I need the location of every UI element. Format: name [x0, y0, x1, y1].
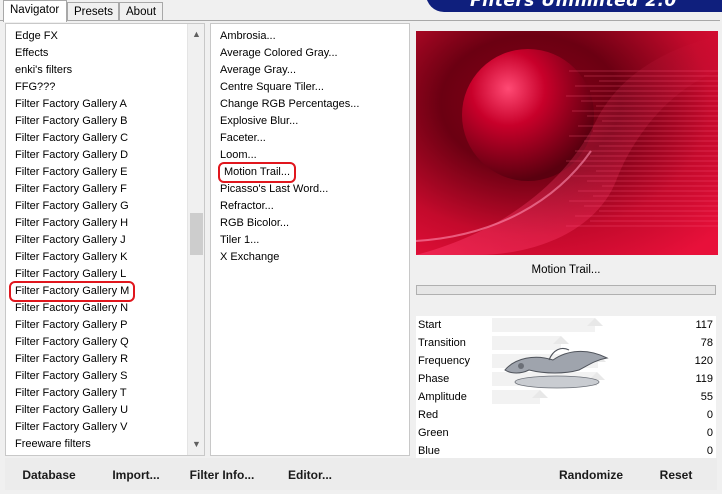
category-item[interactable]: FFG???: [14, 79, 56, 96]
mermaid-watermark-logo: [504, 347, 609, 389]
filter-item[interactable]: Ambrosia...: [219, 28, 277, 45]
scroll-down-icon[interactable]: ▼: [188, 436, 205, 453]
app-banner: Filters Unlimited 2.0: [426, 0, 722, 12]
slider-label: Red: [418, 409, 439, 421]
filter-item[interactable]: X Exchange: [219, 249, 280, 266]
slider-value: 117: [695, 319, 713, 331]
category-item[interactable]: Filter Factory Gallery U: [14, 402, 129, 419]
category-item[interactable]: Filter Factory Gallery R: [14, 351, 129, 368]
category-item[interactable]: Filter Factory Gallery T: [14, 385, 128, 402]
slider-value: 120: [694, 355, 713, 367]
slider-label: Frequency: [418, 355, 470, 367]
category-item[interactable]: Freeware filters: [14, 436, 92, 453]
slider-label: Transition: [418, 337, 466, 349]
slider-track[interactable]: [492, 317, 716, 333]
filter-info-button[interactable]: Filter Info...: [186, 463, 258, 487]
preview-image: [416, 31, 718, 255]
tab-divider: [0, 20, 720, 21]
slider-track[interactable]: [492, 425, 716, 441]
category-item[interactable]: enki's filters: [14, 62, 73, 79]
reset-button[interactable]: Reset: [650, 463, 702, 487]
category-item[interactable]: Filter Factory Gallery V: [14, 419, 128, 436]
filter-item[interactable]: Tiler 1...: [219, 232, 260, 249]
tab-navigator[interactable]: Navigator: [3, 0, 67, 22]
filter-list-items: Ambrosia... Average Colored Gray... Averag…: [211, 24, 409, 455]
slider-value: 119: [695, 373, 713, 385]
filter-list[interactable]: Ambrosia... Average Colored Gray... Averag…: [210, 23, 410, 456]
category-item[interactable]: Filter Factory Gallery F: [14, 181, 128, 198]
preview-panel: [416, 31, 718, 255]
filter-item[interactable]: Refractor...: [219, 198, 275, 215]
tab-presets[interactable]: Presets: [67, 2, 119, 21]
banner-title: Filters Unlimited 2.0: [470, 0, 677, 11]
filter-item[interactable]: Average Colored Gray...: [219, 45, 339, 62]
current-filter-name: Motion Trail...: [531, 264, 601, 276]
filter-item[interactable]: Explosive Blur...: [219, 113, 299, 130]
filter-item[interactable]: Average Gray...: [219, 62, 297, 79]
category-item[interactable]: Filter Factory Gallery E: [14, 164, 128, 181]
category-scrollbar[interactable]: ▲ ▼: [187, 24, 204, 455]
category-list[interactable]: Edge FX Effects enki's filters FFG??? Filter…: [5, 23, 205, 456]
editor-button[interactable]: Editor...: [284, 463, 336, 487]
slider-row: Start 117: [416, 316, 716, 334]
category-item[interactable]: Filter Factory Gallery M: [8, 281, 136, 302]
filter-item[interactable]: Picasso's Last Word...: [219, 181, 329, 198]
slider-track[interactable]: [492, 407, 716, 423]
import-button[interactable]: Import...: [108, 463, 164, 487]
filter-item[interactable]: RGB Bicolor...: [219, 215, 290, 232]
category-item[interactable]: Filter Factory Gallery H: [14, 215, 129, 232]
filter-item[interactable]: Centre Square Tiler...: [219, 79, 325, 96]
category-item[interactable]: Filter Factory Gallery A: [14, 96, 128, 113]
slider-track[interactable]: [492, 443, 716, 459]
category-item[interactable]: Filter Factory Gallery D: [14, 147, 129, 164]
slider-value: 0: [706, 427, 713, 439]
category-item[interactable]: Filter Factory Gallery G: [14, 198, 130, 215]
randomize-button[interactable]: Randomize: [552, 463, 630, 487]
category-item[interactable]: Effects: [14, 45, 49, 62]
tab-bar: Navigator Presets About: [0, 0, 420, 22]
category-item[interactable]: Filter Factory Gallery P: [14, 317, 128, 334]
database-button[interactable]: Database: [18, 463, 80, 487]
filter-item[interactable]: Faceter...: [219, 130, 267, 147]
slider-label: Phase: [418, 373, 450, 385]
progress-bar: [416, 285, 716, 295]
slider-row: Red 0: [416, 406, 716, 424]
slider-value: 78: [700, 337, 713, 349]
category-item[interactable]: Filter Factory Gallery K: [14, 249, 128, 266]
slider-value: 55: [700, 391, 713, 403]
slider-fill: [492, 318, 595, 332]
slider-label: Green: [418, 427, 449, 439]
slider-value: 0: [706, 409, 713, 421]
slider-row: Green 0: [416, 424, 716, 442]
category-item[interactable]: Filter Factory Gallery J: [14, 232, 127, 249]
slider-label: Amplitude: [418, 391, 467, 403]
filter-item[interactable]: Motion Trail...: [217, 162, 297, 183]
filter-item[interactable]: Loom...: [219, 147, 258, 164]
category-list-items: Edge FX Effects enki's filters FFG??? Filter…: [6, 24, 204, 455]
tab-about[interactable]: About: [119, 2, 163, 21]
scrollbar-thumb[interactable]: [190, 213, 203, 255]
filter-item[interactable]: Change RGB Percentages...: [219, 96, 360, 113]
category-item[interactable]: Edge FX: [14, 28, 59, 45]
category-item[interactable]: Filter Factory Gallery N: [14, 300, 129, 317]
category-item[interactable]: Filter Factory Gallery L: [14, 266, 127, 283]
category-item[interactable]: Filter Factory Gallery B: [14, 113, 128, 130]
scroll-up-icon[interactable]: ▲: [188, 26, 205, 43]
category-item[interactable]: Filter Factory Gallery S: [14, 368, 128, 385]
category-item[interactable]: Filter Factory Gallery C: [14, 130, 129, 147]
slider-label: Start: [418, 319, 442, 331]
slider-knob[interactable]: [586, 318, 603, 326]
category-item[interactable]: Filter Factory Gallery Q: [14, 334, 130, 351]
